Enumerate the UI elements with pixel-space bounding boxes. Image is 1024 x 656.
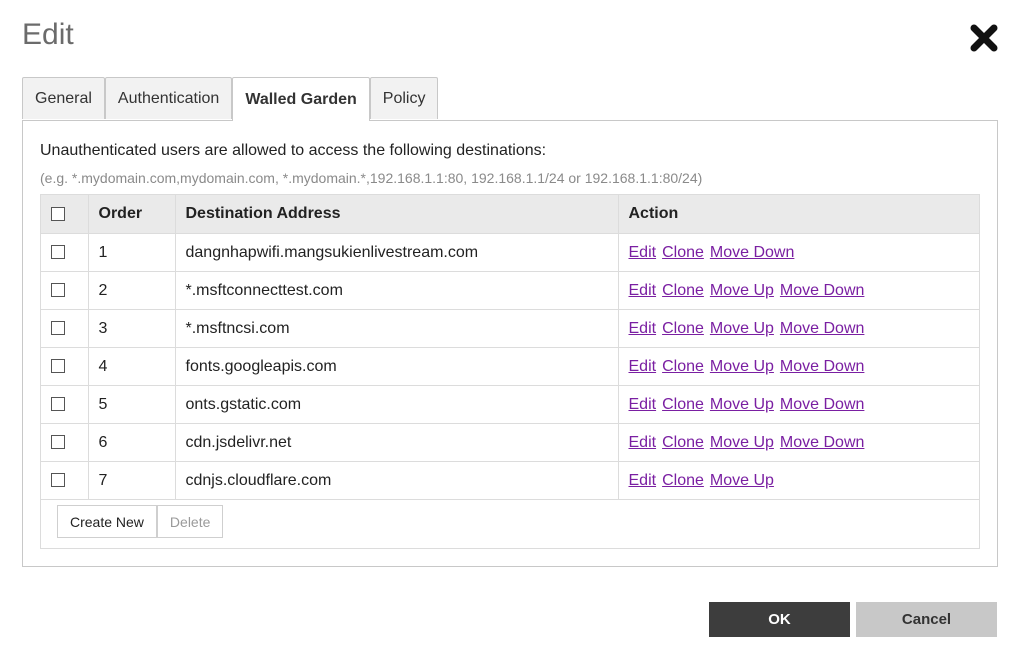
order-header: Order [87,195,175,234]
action-clone-link[interactable]: Clone [662,358,704,375]
row-actions: Edit Clone Move Up [617,461,979,500]
action-edit-link[interactable]: Edit [629,358,657,375]
row-destination: dangnhapwifi.mangsukienlivestream.com [174,233,618,272]
table-row: 2 *.msftconnecttest.com Edit Clone Move Up Mo… [41,271,979,310]
action-move-down-link[interactable]: Move Down [780,434,864,451]
intro-text: Unauthenticated users are allowed to acc… [40,142,547,159]
row-destination: *.msftncsi.com [174,309,618,348]
row-order: 6 [87,423,175,462]
table-row: 5 onts.gstatic.com Edit Clone Move Up Move Do… [41,385,979,424]
row-select-cell [41,423,88,462]
row-select-cell [41,347,88,386]
action-move-down-link[interactable]: Move Down [780,282,864,299]
table-row: 3 *.msftncsi.com Edit Clone Move Up Move Down [41,309,979,348]
row-order: 7 [87,461,175,500]
action-move-up-link[interactable]: Move Up [710,320,774,337]
table-button-row: Create New Delete [57,505,224,538]
cancel-button[interactable]: Cancel [856,602,997,637]
example-hint: (e.g. *.mydomain.com,mydomain.com, *.myd… [40,170,703,186]
row-select-cell [41,461,88,500]
tab-authentication[interactable]: Authentication [104,77,233,119]
row-actions: Edit Clone Move Down [617,233,979,272]
action-move-up-link[interactable]: Move Up [710,358,774,375]
destination-header: Destination Address [174,195,618,234]
action-clone-link[interactable]: Clone [662,282,704,299]
row-actions: Edit Clone Move Up Move Down [617,347,979,386]
tab-general[interactable]: General [22,77,105,119]
table-row: 6 cdn.jsdelivr.net Edit Clone Move Up Move Do… [41,423,979,462]
table-row: 7 cdnjs.cloudflare.com Edit Clone Move Up [41,461,979,500]
row-actions: Edit Clone Move Up Move Down [617,385,979,424]
walled-garden-panel: Unauthenticated users are allowed to acc… [22,120,998,567]
close-button[interactable] [968,22,1000,54]
row-actions: Edit Clone Move Up Move Down [617,271,979,310]
action-move-up-link[interactable]: Move Up [710,472,774,489]
row-checkbox[interactable] [51,435,65,450]
action-edit-link[interactable]: Edit [629,434,657,451]
close-icon [970,24,998,52]
action-move-up-link[interactable]: Move Up [710,282,774,299]
row-destination: onts.gstatic.com [174,385,618,424]
tab-walled-garden[interactable]: Walled Garden [232,77,370,121]
row-actions: Edit Clone Move Up Move Down [617,309,979,348]
row-checkbox[interactable] [51,283,65,298]
action-edit-link[interactable]: Edit [629,320,657,337]
action-clone-link[interactable]: Clone [662,472,704,489]
row-checkbox[interactable] [51,359,65,374]
row-order: 5 [87,385,175,424]
action-edit-link[interactable]: Edit [629,282,657,299]
tab-policy[interactable]: Policy [369,77,439,119]
row-checkbox[interactable] [51,397,65,412]
row-order: 3 [87,309,175,348]
row-destination: cdn.jsdelivr.net [174,423,618,462]
action-clone-link[interactable]: Clone [662,320,704,337]
row-destination: fonts.googleapis.com [174,347,618,386]
action-edit-link[interactable]: Edit [629,396,657,413]
row-order: 2 [87,271,175,310]
ok-button[interactable]: OK [709,602,850,637]
action-clone-link[interactable]: Clone [662,434,704,451]
action-edit-link[interactable]: Edit [629,472,657,489]
row-order: 1 [87,233,175,272]
dialog-title: Edit [22,18,74,51]
delete-button[interactable]: Delete [156,505,224,538]
action-move-up-link[interactable]: Move Up [710,434,774,451]
row-select-cell [41,309,88,348]
row-checkbox[interactable] [51,321,65,336]
row-checkbox[interactable] [51,245,65,260]
table-row: 4 fonts.googleapis.com Edit Clone Move Up Mov… [41,347,979,386]
row-select-cell [41,233,88,272]
table-header-row: Order Destination Address Action [41,195,979,234]
row-order: 4 [87,347,175,386]
action-edit-link[interactable]: Edit [629,244,657,261]
row-destination: *.msftconnecttest.com [174,271,618,310]
create-new-button[interactable]: Create New [57,505,157,538]
row-select-cell [41,385,88,424]
action-clone-link[interactable]: Clone [662,396,704,413]
table-row: 1 dangnhapwifi.mangsukienlivestream.com Ed… [41,233,979,272]
action-move-down-link[interactable]: Move Down [710,244,794,261]
action-move-down-link[interactable]: Move Down [780,320,864,337]
action-move-up-link[interactable]: Move Up [710,396,774,413]
row-actions: Edit Clone Move Up Move Down [617,423,979,462]
select-all-cell [41,195,88,234]
action-clone-link[interactable]: Clone [662,244,704,261]
row-select-cell [41,271,88,310]
destinations-table: Order Destination Address Action 1 dangnh… [40,194,980,549]
row-destination: cdnjs.cloudflare.com [174,461,618,500]
tab-bar: General Authentication Walled Garden Pol… [22,77,439,121]
select-all-checkbox[interactable] [51,206,65,221]
row-checkbox[interactable] [51,473,65,488]
action-move-down-link[interactable]: Move Down [780,358,864,375]
action-header: Action [617,195,979,234]
action-move-down-link[interactable]: Move Down [780,396,864,413]
